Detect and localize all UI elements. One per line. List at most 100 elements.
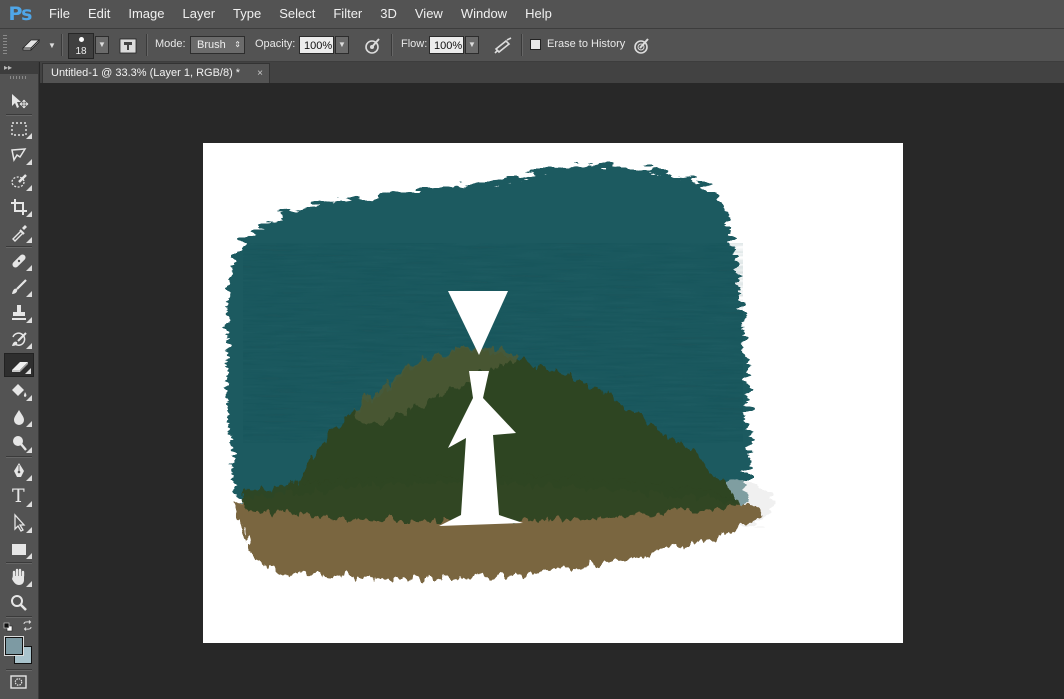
rectangle-tool[interactable] xyxy=(4,537,34,561)
menu-3d[interactable]: 3D xyxy=(371,0,406,28)
crop-tool[interactable] xyxy=(4,195,34,219)
menu-type[interactable]: Type xyxy=(224,0,270,28)
mode-value: Brush xyxy=(197,39,226,51)
airbrush-icon xyxy=(494,37,512,54)
blur-tool[interactable] xyxy=(4,405,34,429)
brush-preset-dropdown[interactable]: ▼ xyxy=(95,36,109,54)
menu-select[interactable]: Select xyxy=(270,0,324,28)
dodge-tool[interactable] xyxy=(4,431,34,455)
submenu-indicator xyxy=(25,368,31,374)
tools-panel-grip[interactable] xyxy=(10,76,28,79)
eraser-icon xyxy=(22,39,40,51)
options-separator xyxy=(521,34,523,56)
tools-separator xyxy=(6,114,32,116)
paint-bucket-tool[interactable] xyxy=(4,379,34,403)
options-bar: ▼ 18 ▼ Mode: Brush ⇕ Opacity: 100% ▼ Flo… xyxy=(0,28,1064,62)
submenu-indicator xyxy=(26,475,32,481)
rectangular-marquee-tool[interactable] xyxy=(4,117,34,141)
spot-healing-tool[interactable] xyxy=(4,249,34,273)
photoshop-logo: Ps xyxy=(8,3,33,25)
tools-separator xyxy=(6,562,32,564)
type-tool[interactable]: T xyxy=(4,485,34,509)
opacity-input[interactable]: 100% xyxy=(299,36,334,54)
quick-mask-icon xyxy=(10,675,27,689)
submenu-indicator xyxy=(26,237,32,243)
menu-file[interactable]: File xyxy=(40,0,79,28)
submenu-indicator xyxy=(26,421,32,427)
pressure-opacity-icon xyxy=(365,38,380,54)
airbrush-toggle[interactable] xyxy=(492,35,514,57)
move-icon xyxy=(12,94,29,109)
brush-tip-icon xyxy=(79,37,84,42)
menu-layer[interactable]: Layer xyxy=(174,0,225,28)
submenu-indicator xyxy=(26,553,32,559)
zoom-tool[interactable] xyxy=(4,591,34,615)
size-pressure-toggle[interactable] xyxy=(631,35,653,57)
menu-edit[interactable]: Edit xyxy=(79,0,119,28)
quick-selection-tool[interactable] xyxy=(4,169,34,193)
brush-preset-picker[interactable]: 18 xyxy=(68,33,94,59)
brush-size-value: 18 xyxy=(75,46,87,57)
lasso-tool[interactable] xyxy=(4,143,34,167)
eraser-tool[interactable] xyxy=(4,353,34,377)
menu-window[interactable]: Window xyxy=(452,0,516,28)
submenu-indicator xyxy=(26,265,32,271)
document-tab-bar: Untitled-1 @ 33.3% (Layer 1, RGB/8) * × xyxy=(40,62,1064,83)
brush-tool[interactable] xyxy=(4,275,34,299)
move-tool[interactable] xyxy=(4,90,34,114)
document-tab[interactable]: Untitled-1 @ 33.3% (Layer 1, RGB/8) * × xyxy=(42,63,270,83)
flow-slider-dropdown[interactable]: ▼ xyxy=(465,36,479,54)
menu-view[interactable]: View xyxy=(406,0,452,28)
tools-panel: ▸▸ T xyxy=(0,62,39,699)
tools-panel-collapse[interactable]: ▸▸ xyxy=(0,62,38,74)
tools-separator xyxy=(6,669,32,671)
options-separator xyxy=(61,34,63,56)
clone-stamp-tool[interactable] xyxy=(4,301,34,325)
erase-to-history-label: Erase to History xyxy=(547,38,626,50)
flow-input[interactable]: 100% xyxy=(429,36,464,54)
options-separator xyxy=(146,34,148,56)
submenu-indicator xyxy=(26,133,32,139)
submenu-indicator xyxy=(26,291,32,297)
swap-arrow-icon xyxy=(23,620,32,631)
document-tab-title: Untitled-1 @ 33.3% (Layer 1, RGB/8) * xyxy=(51,67,241,79)
chevron-updown-icon: ⇕ xyxy=(234,40,241,49)
document-canvas[interactable] xyxy=(203,143,903,643)
brush-panel-toggle[interactable] xyxy=(118,36,138,56)
submenu-indicator xyxy=(26,527,32,533)
tools-separator xyxy=(6,246,32,248)
type-icon: T xyxy=(12,485,25,507)
hand-tool[interactable] xyxy=(4,565,34,589)
tool-preset-picker[interactable] xyxy=(20,36,46,56)
tool-preset-dropdown-icon[interactable]: ▼ xyxy=(48,41,56,50)
eyedropper-tool[interactable] xyxy=(4,221,34,245)
submenu-indicator xyxy=(26,317,32,323)
opacity-pressure-toggle[interactable] xyxy=(362,35,384,57)
swap-colors-button[interactable] xyxy=(22,620,33,631)
submenu-indicator xyxy=(26,501,32,507)
menu-bar: Ps File Edit Image Layer Type Select Fil… xyxy=(0,0,1064,28)
submenu-indicator xyxy=(26,211,32,217)
opacity-label: Opacity: xyxy=(255,38,296,50)
menu-help[interactable]: Help xyxy=(516,0,561,28)
erase-to-history-checkbox[interactable] xyxy=(530,39,541,50)
menu-image[interactable]: Image xyxy=(119,0,173,28)
submenu-indicator xyxy=(26,159,32,165)
menu-filter[interactable]: Filter xyxy=(324,0,371,28)
tools-separator xyxy=(6,456,32,458)
opacity-slider-dropdown[interactable]: ▼ xyxy=(335,36,349,54)
quick-mask-button[interactable] xyxy=(9,674,29,690)
submenu-indicator xyxy=(26,395,32,401)
history-brush-tool[interactable] xyxy=(4,327,34,351)
foreground-color-swatch[interactable] xyxy=(4,636,24,656)
brush-panel-icon xyxy=(119,38,137,54)
submenu-indicator xyxy=(26,581,32,587)
mode-select[interactable]: Brush ⇕ xyxy=(190,36,245,54)
pen-tool[interactable] xyxy=(4,459,34,483)
default-colors-button[interactable] xyxy=(3,621,13,632)
path-selection-tool[interactable] xyxy=(4,511,34,535)
submenu-indicator xyxy=(26,447,32,453)
options-bar-grip[interactable] xyxy=(3,35,7,55)
close-icon[interactable]: × xyxy=(257,64,263,83)
default-colors-icon xyxy=(3,622,13,632)
